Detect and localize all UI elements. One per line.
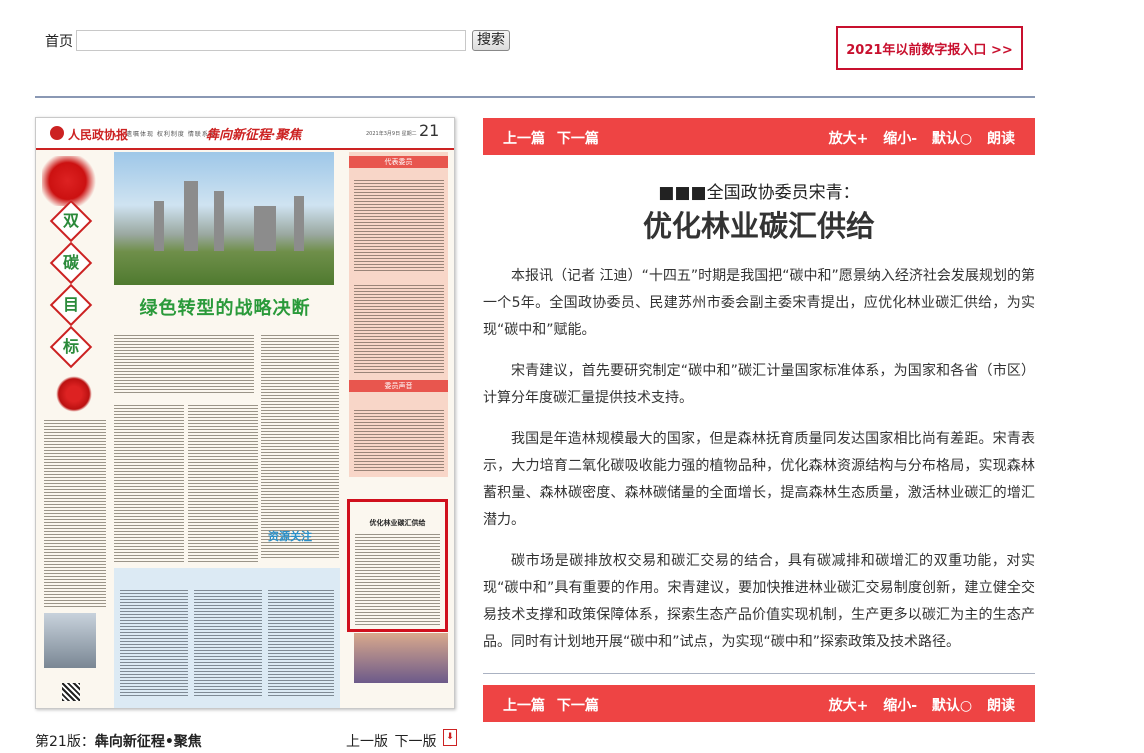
prev-article-link[interactable]: 上一篇 bbox=[503, 698, 545, 714]
pdf-download-icon[interactable]: ⬇ bbox=[443, 729, 457, 746]
newspaper-main-headline: 绿色转型的战略决断 bbox=[139, 298, 311, 319]
newspaper-date: 2021年3月9日 星期二 bbox=[366, 131, 417, 137]
side-char: 目 bbox=[62, 295, 79, 314]
article-paragraph: 本报讯（记者 江迪）“十四五”时期是我国把“碳中和”愿景纳入经济社会发展规划的第… bbox=[483, 268, 1035, 338]
page-navigation: 上一版 下一版 bbox=[346, 731, 438, 751]
page-label: 第21版：犇向新征程•聚焦 bbox=[35, 731, 202, 751]
read-aloud-button[interactable]: 朗读 bbox=[987, 698, 1015, 714]
zoom-in-button[interactable]: 放大+ bbox=[829, 131, 869, 147]
article-paragraph: 碳市场是碳排放权交易和碳汇交易的结合，具有碳减排和碳增汇的双重功能，对实现“碳中… bbox=[483, 553, 1035, 650]
newspaper-left-photo bbox=[44, 613, 96, 668]
side-char: 碳 bbox=[62, 253, 79, 272]
search-button[interactable]: 搜索 bbox=[472, 30, 510, 51]
next-article-link[interactable]: 下一篇 bbox=[557, 698, 599, 714]
newspaper-right-photo bbox=[354, 633, 448, 683]
read-aloud-button[interactable]: 朗读 bbox=[987, 131, 1015, 147]
side-decoration: 双 碳 目 标 bbox=[42, 156, 106, 456]
zoom-out-button[interactable]: 缩小- bbox=[883, 131, 917, 147]
newspaper-header: 人民政协报 遗嘱体现 权利制度 情联系在 犇向新征程·聚焦 2021年3月9日 … bbox=[36, 118, 454, 150]
newspaper-page-thumbnail[interactable]: 人民政协报 遗嘱体现 权利制度 情联系在 犇向新征程·聚焦 2021年3月9日 … bbox=[35, 117, 455, 709]
newspaper-nav: 遗嘱体现 权利制度 情联系在 bbox=[126, 131, 216, 138]
right-column-label-2: 委员声音 bbox=[349, 380, 448, 392]
page-prefix: 第21版： bbox=[35, 734, 95, 750]
next-page-link[interactable]: 下一版 bbox=[394, 734, 436, 750]
article-body: 本报讯（记者 江迪）“十四五”时期是我国把“碳中和”愿景纳入经济社会发展规划的第… bbox=[483, 263, 1035, 670]
right-column-label: 代表委员 bbox=[349, 156, 448, 168]
prev-article-link[interactable]: 上一篇 bbox=[503, 131, 545, 147]
search-input[interactable] bbox=[76, 30, 466, 51]
default-size-button[interactable]: 默认○ bbox=[932, 698, 972, 714]
highlighted-article-title: 优化林业碳汇供给 bbox=[369, 519, 426, 527]
article-toolbar-bottom: 上一篇 下一篇 放大+ 缩小- 默认○ 朗读 bbox=[483, 685, 1035, 722]
newspaper-logo: 资源关注 bbox=[268, 530, 312, 543]
old-edition-entry-button[interactable]: 2021年以前数字报入口 >> bbox=[836, 26, 1023, 70]
zoom-in-button[interactable]: 放大+ bbox=[829, 698, 869, 714]
side-char-box: 目 bbox=[49, 283, 93, 327]
chinese-knot-icon bbox=[56, 376, 92, 412]
emblem-icon bbox=[50, 126, 64, 140]
newspaper-page-number: 21 bbox=[419, 121, 440, 140]
newspaper-bottom-band bbox=[114, 568, 340, 708]
side-char-box: 双 bbox=[49, 199, 93, 243]
article-toolbar-top: 上一篇 下一篇 放大+ 缩小- 默认○ 朗读 bbox=[483, 118, 1035, 155]
side-char: 双 bbox=[62, 211, 79, 230]
home-link[interactable]: 首页 bbox=[45, 31, 73, 51]
ox-papercut-icon bbox=[42, 156, 106, 206]
qr-code-icon bbox=[62, 683, 80, 701]
next-article-link[interactable]: 下一篇 bbox=[557, 131, 599, 147]
side-char: 标 bbox=[62, 337, 79, 356]
default-size-button[interactable]: 默认○ bbox=[932, 131, 972, 147]
article-bottom-divider bbox=[483, 673, 1035, 674]
newspaper-masthead: 人民政协报 bbox=[68, 128, 129, 142]
article-title: 优化林业碳汇供给 bbox=[642, 209, 875, 243]
top-bar: 首页 搜索 2021年以前数字报入口 >> bbox=[0, 0, 1144, 96]
article-paragraph: 宋青建议，首先要研究制定“碳中和”碳汇计量国家标准体系，为国家和各省（市区）计算… bbox=[483, 363, 1035, 406]
article-paragraph: 我国是年造林规模最大的国家，但是森林抚育质量同发达国家相比尚有差距。宋青表示，大… bbox=[483, 431, 1035, 528]
prev-page-link[interactable]: 上一版 bbox=[346, 734, 388, 750]
side-char-box: 标 bbox=[49, 325, 93, 369]
highlighted-article-region[interactable]: 优化林业碳汇供给 bbox=[347, 499, 448, 632]
zoom-out-button[interactable]: 缩小- bbox=[883, 698, 917, 714]
page-section-name: 犇向新征程•聚焦 bbox=[94, 734, 202, 750]
steel-plant-photo bbox=[114, 152, 334, 285]
side-char-box: 碳 bbox=[49, 241, 93, 285]
newspaper-section-name: 犇向新征程·聚焦 bbox=[206, 128, 302, 143]
article-kicker: ■■■全国政协委员宋青： bbox=[658, 183, 860, 203]
top-divider bbox=[35, 96, 1035, 98]
